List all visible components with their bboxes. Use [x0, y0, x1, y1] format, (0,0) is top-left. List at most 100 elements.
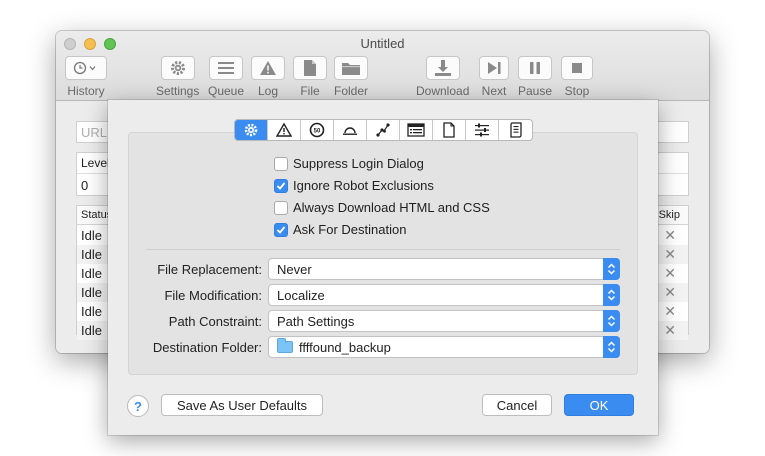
status-cell: Idle: [81, 285, 102, 300]
ok-button[interactable]: OK: [564, 394, 634, 416]
field-label: File Modification:: [164, 288, 262, 303]
field-label: Destination Folder:: [152, 340, 262, 355]
separator: [146, 249, 620, 250]
stop-button[interactable]: [561, 56, 593, 80]
destination-folder-popup[interactable]: ffffound_backup: [268, 336, 620, 358]
file-replacement-row: File Replacement: Never: [108, 258, 658, 280]
level-header: Level: [81, 156, 110, 170]
file-replacement-popup[interactable]: Never: [268, 258, 620, 280]
skip-x-icon[interactable]: ✕: [664, 303, 676, 320]
checkbox-label: Suppress Login Dialog: [293, 156, 424, 171]
popup-value: Never: [277, 262, 312, 277]
window-title: Untitled: [360, 36, 405, 51]
toolbar-history[interactable]: History: [65, 56, 107, 98]
skip-x-icon[interactable]: ✕: [664, 246, 676, 263]
status-cell: Idle: [81, 304, 102, 319]
tab-links[interactable]: [367, 120, 400, 140]
list-window-icon: [407, 123, 425, 137]
tab-sliders[interactable]: [466, 120, 499, 140]
settings-button[interactable]: [160, 56, 195, 80]
toolbar-next[interactable]: Next: [479, 56, 509, 98]
skip-x-icon[interactable]: ✕: [664, 265, 676, 282]
file-icon: [304, 60, 316, 76]
popup-arrows-icon: [603, 284, 620, 306]
skip-x-icon[interactable]: ✕: [664, 284, 676, 301]
history-clock-icon: [73, 61, 96, 75]
gear-icon: [170, 61, 185, 75]
skip-x-icon[interactable]: ✕: [664, 227, 676, 244]
toolbar-stop[interactable]: Stop: [561, 56, 593, 98]
ignore-robot-exclusions-checkbox[interactable]: Ignore Robot Exclusions: [274, 178, 434, 193]
field-label: Path Constraint:: [168, 314, 262, 329]
cancel-button[interactable]: Cancel: [482, 394, 552, 416]
skip-column-header[interactable]: Skip: [659, 209, 680, 221]
toolbar-file[interactable]: File: [293, 56, 327, 98]
file-button[interactable]: [293, 56, 327, 80]
next-icon: [488, 62, 501, 74]
checkbox-box[interactable]: [274, 156, 288, 171]
popup-value: ffffound_backup: [299, 340, 391, 355]
checkbox-label: Ask For Destination: [293, 222, 407, 237]
toolbar-log[interactable]: Log: [251, 56, 285, 98]
tab-general[interactable]: [235, 120, 268, 140]
toolbar-download[interactable]: Download: [416, 56, 469, 98]
checkmark-icon: [276, 181, 286, 190]
toolbar-queue[interactable]: Queue: [208, 56, 244, 98]
toolbar-settings[interactable]: Settings: [156, 56, 199, 98]
save-as-user-defaults-button[interactable]: Save As User Defaults: [161, 394, 323, 416]
pause-button[interactable]: [518, 56, 553, 80]
toolbar-label: Pause: [518, 84, 553, 98]
checkbox-box[interactable]: [274, 178, 288, 193]
checkbox-box[interactable]: [274, 200, 288, 215]
toolbar-label: File: [300, 84, 320, 98]
tab-script[interactable]: [499, 120, 532, 140]
settings-sheet: 50 Suppress Login Dialog Ignore Robot Ex…: [108, 100, 658, 435]
toolbar-label: History: [67, 84, 105, 98]
script-icon: [509, 122, 522, 138]
queue-button[interactable]: [209, 56, 244, 80]
popup-arrows-icon: [603, 258, 620, 280]
svg-text:50: 50: [314, 129, 321, 135]
popup-arrows-icon: [603, 310, 620, 332]
download-button[interactable]: [425, 56, 460, 80]
help-button[interactable]: ?: [127, 395, 149, 417]
toolbar-label: Log: [257, 84, 279, 98]
tab-warnings[interactable]: [268, 120, 301, 140]
folder-button[interactable]: [334, 56, 368, 80]
tab-dome[interactable]: [334, 120, 367, 140]
file-modification-popup[interactable]: Localize: [268, 284, 620, 306]
dome-icon: [343, 127, 357, 135]
toolbar-label: Settings: [156, 84, 200, 98]
path-constraint-row: Path Constraint: Path Settings: [108, 310, 658, 332]
file-modification-row: File Modification: Localize: [108, 284, 658, 306]
toolbar-folder[interactable]: Folder: [334, 56, 368, 98]
link-graph-icon: [376, 123, 390, 137]
status-cell: Idle: [81, 323, 102, 338]
checkbox-label: Always Download HTML and CSS: [293, 200, 490, 215]
suppress-login-dialog-checkbox[interactable]: Suppress Login Dialog: [274, 156, 424, 171]
history-button[interactable]: [65, 56, 107, 80]
title-bar: Untitled History Settings Queue Log File…: [56, 31, 709, 101]
popup-value: Path Settings: [277, 314, 355, 329]
warning-icon: [276, 123, 292, 137]
speed-limit-icon: 50: [309, 122, 325, 138]
checkbox-label: Ignore Robot Exclusions: [293, 178, 434, 193]
destination-folder-row: Destination Folder: ffffound_backup: [108, 336, 658, 358]
toolbar-label: Stop: [564, 84, 590, 98]
tab-list[interactable]: [400, 120, 433, 140]
ask-for-destination-checkbox[interactable]: Ask For Destination: [274, 222, 406, 237]
tab-page[interactable]: [433, 120, 466, 140]
gear-icon: [244, 123, 258, 137]
next-button[interactable]: [479, 56, 509, 80]
skip-x-icon[interactable]: ✕: [664, 322, 676, 339]
toolbar-pause[interactable]: Pause: [518, 56, 552, 98]
path-constraint-popup[interactable]: Path Settings: [268, 310, 620, 332]
log-button[interactable]: [251, 56, 285, 80]
checkbox-box[interactable]: [274, 222, 288, 237]
folder-icon: [342, 63, 360, 75]
toolbar-label: Download: [416, 84, 470, 98]
level-value[interactable]: 0: [81, 178, 88, 193]
tab-speed-limit[interactable]: 50: [301, 120, 334, 140]
always-download-html-css-checkbox[interactable]: Always Download HTML and CSS: [274, 200, 490, 215]
toolbar-label: Next: [481, 84, 507, 98]
